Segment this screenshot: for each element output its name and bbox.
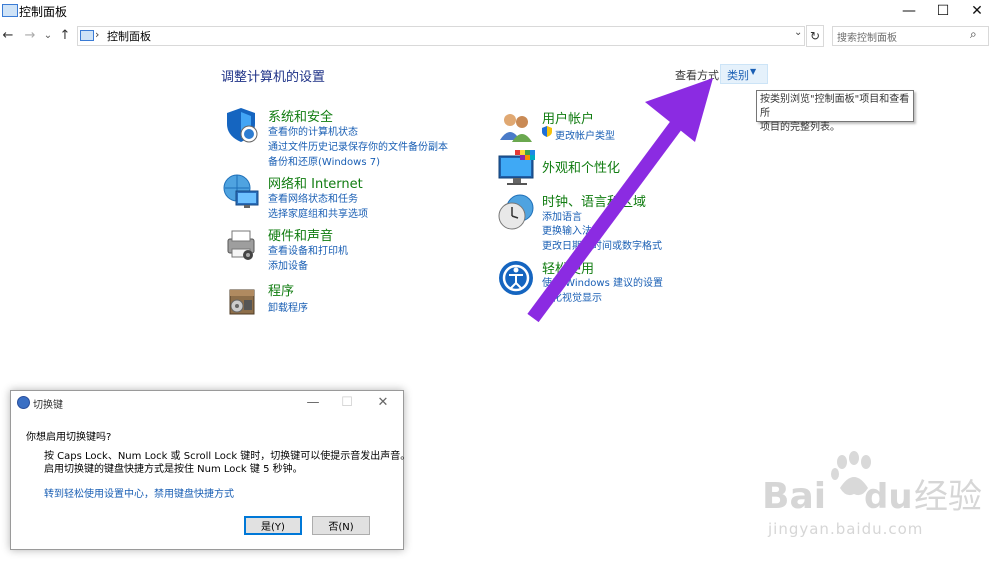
watermark-url: jingyan.baidu.com [768, 520, 924, 538]
dialog-close-button[interactable]: ✕ [370, 392, 396, 412]
baidu-watermark-logo: Bai du 经验 [762, 448, 992, 521]
dialog-description-2: 启用切换键的键盘快捷方式是按住 Num Lock 键 5 秒钟。 [44, 464, 303, 475]
yes-button[interactable]: 是(Y) [244, 516, 302, 535]
ease-of-access-small-icon [17, 396, 30, 409]
watermark-brand-2: du [864, 477, 913, 517]
dialog-title: 切换键 [33, 400, 63, 411]
dialog-minimize-button[interactable]: — [300, 392, 326, 412]
dialog-maximize-button: ☐ [341, 394, 353, 410]
dialog-question: 你想启用切换键吗? [26, 432, 112, 443]
dialog-settings-link[interactable]: 转到轻松使用设置中心，禁用键盘快捷方式 [44, 485, 234, 500]
no-button[interactable]: 否(N) [312, 516, 370, 535]
watermark-brand: Bai [762, 476, 826, 517]
watermark-brand-3: 经验 [914, 477, 982, 517]
